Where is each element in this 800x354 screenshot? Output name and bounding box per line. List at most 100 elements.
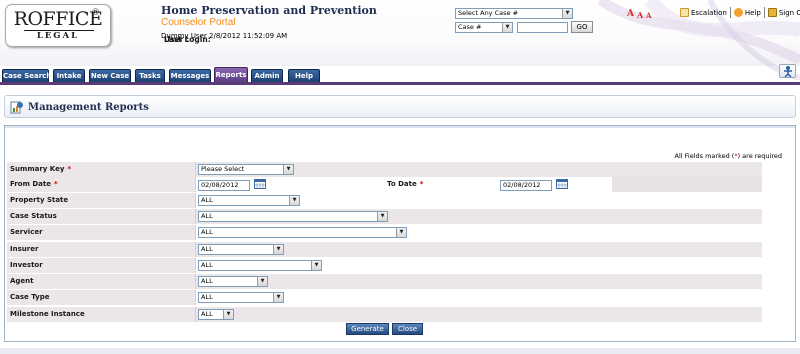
- case-type-row: Case Type ALL ▼: [7, 290, 762, 305]
- tab-help[interactable]: Help: [288, 69, 320, 82]
- investor-label: Investor: [10, 261, 43, 269]
- font-size-large[interactable]: A: [646, 11, 651, 20]
- milestone-instance-row: Milestone Instance ALL ▼: [7, 307, 762, 322]
- tab-messages[interactable]: Messages: [169, 69, 211, 82]
- milestone-instance-label: Milestone Instance: [10, 310, 85, 318]
- chevron-down-icon: ▼: [257, 277, 267, 286]
- font-size-medium[interactable]: A: [637, 10, 643, 20]
- calendar-icon[interactable]: [556, 178, 568, 189]
- logo-sub-text: LEGAL: [36, 31, 80, 41]
- page-title: Management Reports: [28, 102, 149, 113]
- chevron-down-icon: ▼: [377, 212, 387, 221]
- top-links: Escalation Help Sign Out: [677, 6, 800, 19]
- date-row: From Date * 02/08/2012 To Date * 02/08/201…: [7, 177, 762, 192]
- help-link[interactable]: Help: [731, 8, 764, 17]
- case-status-value: ALL: [201, 212, 213, 220]
- servicer-select[interactable]: ALL ▼: [198, 227, 407, 238]
- agent-select[interactable]: ALL ▼: [198, 276, 268, 287]
- case-status-select[interactable]: ALL ▼: [198, 211, 388, 222]
- escalation-label: Escalation: [691, 8, 727, 17]
- required-note-prefix: All Fields marked (: [674, 152, 735, 160]
- main-nav: Case Search Intake New Case Tasks Messag…: [0, 66, 800, 82]
- property-state-select[interactable]: ALL ▼: [198, 195, 300, 206]
- label-cell: Milestone Instance: [7, 307, 196, 322]
- to-date-required-mark: *: [419, 180, 424, 188]
- escalation-link[interactable]: Escalation: [677, 8, 730, 17]
- search-input[interactable]: [517, 22, 568, 33]
- milestone-instance-select[interactable]: ALL ▼: [198, 309, 234, 320]
- date-row-filler: [612, 177, 762, 192]
- chevron-down-icon: ▼: [273, 245, 283, 254]
- label-cell: Summary Key *: [7, 162, 196, 177]
- summary-key-label-text: Summary Key: [10, 165, 65, 173]
- tab-tasks[interactable]: Tasks: [135, 69, 165, 82]
- summary-key-select[interactable]: Please Select ▼: [198, 164, 294, 175]
- logo: ROFFICE ® LEGAL: [5, 4, 111, 47]
- search-field-value: Case #: [458, 23, 482, 31]
- from-date-label-text: From Date: [10, 180, 51, 188]
- label-cell: Investor: [7, 258, 196, 273]
- case-select-value: Select Any Case #: [458, 9, 519, 17]
- app-title: Home Preservation and Prevention: [161, 4, 377, 17]
- last-login-value: 2/8/2012 11:52:09 AM: [209, 32, 288, 40]
- required-fields-note: All Fields marked (*) are required: [675, 152, 783, 160]
- servicer-label: Servicer: [10, 228, 43, 236]
- label-cell: Insurer: [7, 242, 196, 257]
- property-state-row: Property State ALL ▼: [7, 193, 762, 208]
- insurer-select[interactable]: ALL ▼: [198, 244, 284, 255]
- case-type-select[interactable]: ALL ▼: [198, 292, 284, 303]
- case-type-label: Case Type: [10, 293, 50, 301]
- sign-out-label: Sign Out: [778, 8, 800, 17]
- from-date-required-mark: *: [53, 180, 58, 188]
- milestone-instance-value: ALL: [201, 310, 213, 318]
- case-status-label: Case Status: [10, 212, 57, 220]
- tab-case-search[interactable]: Case Search: [2, 69, 51, 82]
- tab-intake[interactable]: Intake: [53, 69, 85, 82]
- case-select[interactable]: Select Any Case # ▼: [455, 8, 573, 19]
- calendar-icon[interactable]: [254, 178, 266, 189]
- chevron-down-icon: ▼: [562, 9, 572, 18]
- investor-row: Investor ALL ▼: [7, 258, 762, 273]
- user-info: User : Dummy User Last Login: 2/8/2012 1…: [161, 32, 288, 44]
- summary-key-label: Summary Key *: [10, 165, 71, 173]
- close-button[interactable]: Close: [392, 323, 423, 335]
- tab-admin[interactable]: Admin: [251, 69, 283, 82]
- investor-select[interactable]: ALL ▼: [198, 260, 322, 271]
- tab-reports[interactable]: Reports: [214, 67, 248, 82]
- summary-key-value: Please Select: [201, 165, 245, 173]
- label-cell: From Date *: [7, 177, 196, 192]
- font-size-small[interactable]: A: [627, 9, 634, 19]
- search-field-select[interactable]: Case # ▼: [455, 22, 513, 33]
- logo-registered-mark: ®: [91, 8, 100, 18]
- label-cell: Servicer: [7, 225, 196, 240]
- accessibility-icon[interactable]: [779, 64, 796, 78]
- tab-new-case[interactable]: New Case: [89, 69, 131, 82]
- chevron-down-icon: ▼: [273, 293, 283, 302]
- nav-bar: [0, 82, 800, 85]
- last-login-label: Last Login:: [164, 35, 211, 44]
- help-icon: [733, 8, 743, 17]
- from-date-label: From Date *: [10, 180, 58, 188]
- label-cell: Case Type: [7, 290, 196, 305]
- property-state-value: ALL: [201, 196, 213, 204]
- sign-out-link[interactable]: Sign Out: [765, 8, 800, 17]
- insurer-value: ALL: [201, 245, 213, 253]
- accessibility-icon-glyph: [784, 66, 792, 78]
- form-panel-header: [5, 126, 795, 128]
- chevron-down-icon: ▼: [283, 165, 293, 174]
- summary-key-row: Summary Key * Please Select ▼: [7, 162, 762, 177]
- summary-key-required-mark: *: [67, 165, 72, 173]
- case-status-row: Case Status ALL ▼: [7, 209, 762, 224]
- app-subtitle: Counselor Portal: [161, 17, 236, 28]
- generate-button[interactable]: Generate: [346, 323, 389, 335]
- help-label: Help: [744, 8, 761, 17]
- insurer-label: Insurer: [10, 245, 39, 253]
- from-date-input[interactable]: 02/08/2012: [198, 180, 250, 191]
- page-footer-strip: [0, 348, 800, 354]
- to-date-input[interactable]: 02/08/2012: [500, 180, 552, 191]
- go-button[interactable]: GO: [571, 21, 593, 33]
- label-cell: Case Status: [7, 209, 196, 224]
- case-type-value: ALL: [201, 293, 213, 301]
- label-cell: Agent: [7, 274, 196, 289]
- report-icon: [10, 101, 23, 114]
